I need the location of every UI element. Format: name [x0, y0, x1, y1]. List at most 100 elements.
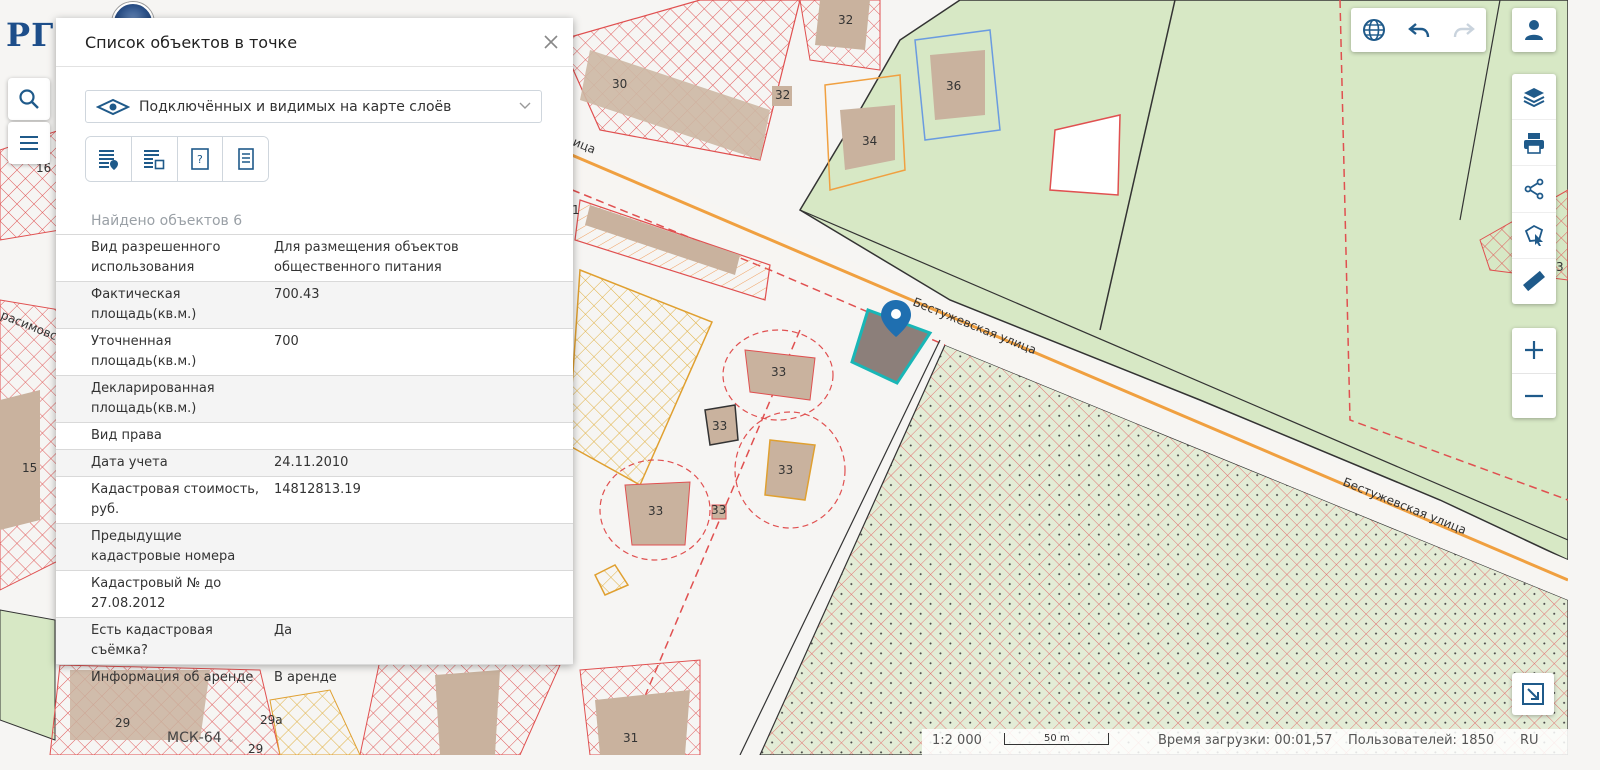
map-tools-stack: [1512, 74, 1556, 304]
panel-header: Список объектов в точке: [56, 18, 573, 67]
found-count: Найдено объектов 6: [91, 213, 243, 229]
attr-value: [270, 423, 573, 450]
polygon-select-icon: [1524, 225, 1544, 247]
list-with-area-button[interactable]: [131, 137, 178, 181]
table-row: Есть кадастровая съёмка? Да: [56, 617, 573, 665]
layers-eye-icon: [96, 98, 130, 116]
user-button[interactable]: [1512, 8, 1556, 52]
table-row: Уточненная площадь(кв.м.) 700: [56, 328, 573, 376]
user-icon: [1525, 20, 1543, 40]
share-button[interactable]: [1512, 166, 1556, 213]
attr-key: Кадастровая стоимость, руб.: [91, 482, 260, 517]
table-row: Кадастровая стоимость, руб. 14812813.19: [56, 476, 573, 524]
attr-key: Информация об аренде: [91, 670, 254, 685]
house-number: 15: [22, 461, 37, 475]
attr-value: Для размещения объектов общественного пи…: [274, 240, 459, 275]
list-pin-icon: [99, 150, 119, 170]
close-icon[interactable]: [539, 30, 563, 54]
house-number: 34: [862, 134, 877, 148]
attr-key: Предыдущие кадастровые номера: [91, 529, 236, 564]
plus-icon: [1525, 341, 1543, 360]
zoom-in-button[interactable]: [1512, 328, 1556, 374]
objects-at-point-panel: Список объектов в точке Подключённых и в…: [56, 18, 573, 685]
svg-text:?: ?: [197, 153, 203, 166]
top-tool-group: [1351, 8, 1486, 52]
menu-button[interactable]: [8, 122, 50, 164]
house-number: 29а: [260, 713, 283, 727]
table-row: Предыдущие кадастровые номера: [56, 523, 573, 571]
layer-scope-select[interactable]: Подключённых и видимых на карте слоёв: [85, 90, 542, 123]
table-row: Информация об аренде В аренде: [56, 664, 573, 692]
layers-icon: [1523, 87, 1545, 107]
attr-value: 700.43: [274, 287, 320, 302]
attr-key: Декларированная площадь(кв.м.): [91, 381, 215, 416]
basemap-button[interactable]: [1351, 8, 1396, 52]
identify-frame-button[interactable]: ?: [177, 137, 224, 181]
attr-key: Дата учета: [91, 455, 168, 470]
attr-value: В аренде: [274, 670, 337, 685]
chevron-down-icon: ⌄: [226, 732, 236, 745]
table-row: Вид права: [56, 422, 573, 450]
house-number: 33: [712, 419, 727, 433]
house-number: 33: [711, 503, 726, 517]
globe-icon: [1362, 19, 1385, 41]
list-with-pin-button[interactable]: [86, 137, 132, 181]
redo-button[interactable]: [1441, 8, 1486, 52]
search-icon: [19, 89, 39, 109]
undo-button[interactable]: [1396, 8, 1441, 52]
document-icon: [237, 148, 254, 170]
attr-key: Фактическая площадь(кв.м.): [91, 287, 197, 322]
hamburger-icon: [20, 136, 38, 150]
scale-value: 1:2 000: [932, 733, 982, 748]
measure-button[interactable]: [1512, 259, 1556, 304]
attr-value: Да: [274, 623, 293, 638]
attr-value: [270, 571, 573, 618]
table-row: Кадастровый № до 27.08.2012: [56, 570, 573, 618]
house-number: 29: [115, 716, 130, 730]
minus-icon: [1525, 394, 1543, 397]
house-number: 3: [1556, 260, 1564, 274]
zoom-out-button[interactable]: [1512, 374, 1556, 419]
house-number: 33: [648, 504, 663, 518]
layers-button[interactable]: [1512, 74, 1556, 121]
fullscreen-button[interactable]: [1512, 673, 1554, 715]
attr-key: Вид разрешенного использования: [91, 240, 221, 275]
view-mode-group: ?: [85, 136, 269, 182]
app-logo: РГ: [6, 16, 55, 54]
expand-arrow-icon: [1522, 683, 1544, 705]
users-count: Пользователей: 1850: [1348, 733, 1495, 748]
attr-value: [270, 376, 573, 423]
zoom-control: [1512, 328, 1556, 418]
attr-key: Уточненная площадь(кв.м.): [91, 334, 197, 369]
list-area-icon: [144, 150, 165, 170]
printer-icon: [1524, 132, 1544, 154]
house-number: 33: [771, 365, 786, 379]
share-icon: [1524, 178, 1544, 200]
attr-key: Есть кадастровая съёмка?: [91, 623, 213, 658]
frame-question-icon: ?: [191, 148, 209, 170]
language-switch[interactable]: RU: [1520, 733, 1539, 748]
undo-icon: [1407, 23, 1429, 38]
attr-key: Вид права: [91, 428, 162, 443]
load-time: Время загрузки: 00:01,57: [1158, 733, 1333, 748]
search-button[interactable]: [8, 78, 50, 120]
house-number: 1: [572, 203, 580, 217]
house-number: 33: [778, 463, 793, 477]
crs-selector[interactable]: МСК-64 ⌄: [167, 730, 235, 746]
document-view-button[interactable]: [223, 137, 268, 181]
attributes-table: Вид разрешенного использования Для размещ…: [56, 234, 573, 691]
attr-value: 700: [274, 334, 299, 349]
house-number: 32: [838, 13, 853, 27]
redo-icon: [1453, 23, 1475, 38]
scale-bar-label: 50 m: [1044, 733, 1070, 744]
attr-value: 14812813.19: [274, 482, 361, 497]
panel-title: Список объектов в точке: [85, 33, 298, 52]
table-row: Фактическая площадь(кв.м.) 700.43: [56, 281, 573, 329]
crs-value: МСК-64: [167, 730, 222, 746]
attr-value: [270, 524, 573, 571]
house-number: 32: [775, 88, 790, 102]
select-polygon-button[interactable]: [1512, 213, 1556, 259]
print-button[interactable]: [1512, 120, 1556, 167]
attr-value: 24.11.2010: [274, 455, 349, 470]
chevron-down-icon: [519, 102, 531, 109]
